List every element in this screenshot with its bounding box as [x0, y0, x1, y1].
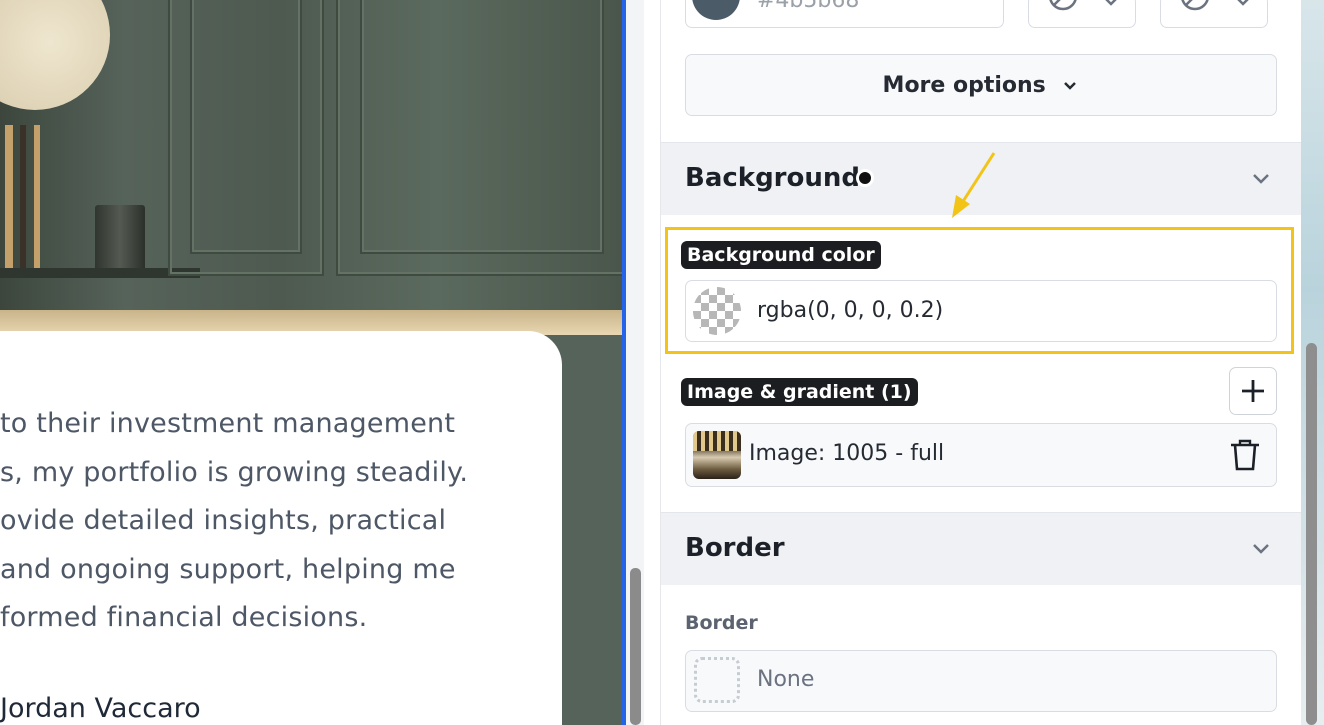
background-section-title: Background: [685, 163, 860, 193]
testimonial-text: to their investment management s, my por…: [0, 400, 560, 643]
add-image-gradient-button[interactable]: [1229, 367, 1277, 415]
hero-photo: [0, 0, 622, 335]
cabinet-panel-inner: [190, 0, 302, 254]
border-section-title: Border: [685, 533, 785, 563]
image-gradient-label: Image & gradient (1): [681, 378, 918, 406]
background-color-value[interactable]: rgba(0, 0, 0, 0.2): [757, 298, 943, 323]
chevron-down-icon: [1064, 82, 1077, 90]
checker-swatch-icon[interactable]: [693, 287, 741, 335]
chevron-down-icon[interactable]: [1250, 542, 1272, 556]
lamp-stand: [34, 125, 40, 270]
border-field-label: Border: [685, 612, 758, 634]
decor-bottles: [95, 205, 145, 268]
background-color-label: Background color: [681, 241, 881, 269]
image-layer-label[interactable]: Image: 1005 - full: [749, 441, 944, 466]
modified-indicator-dot: [859, 172, 871, 184]
testimonial-author: Jordan Vaccaro: [0, 693, 201, 724]
lamp-stand: [5, 125, 13, 270]
more-options-text: More options: [882, 73, 1046, 98]
testimonial-line: and ongoing support, helping me: [0, 553, 456, 585]
plus-icon: [1242, 380, 1264, 402]
testimonial-line: ovide detailed insights, practical: [0, 505, 447, 536]
page-scrollbar-thumb[interactable]: [1306, 343, 1317, 725]
page-canvas[interactable]: to their investment management s, my por…: [0, 0, 622, 725]
lamp-stand: [20, 125, 26, 270]
no-symbol-icon: [1049, 0, 1077, 11]
chevron-down-icon: [1105, 0, 1117, 6]
annotation-arrow-icon: [952, 152, 996, 218]
reset-button[interactable]: [1028, 0, 1136, 28]
more-options-label: More options: [686, 73, 1276, 98]
testimonial-line: to their investment management: [0, 408, 456, 439]
text-color-value[interactable]: #4b5b68: [757, 0, 859, 13]
border-style-icon: [694, 657, 740, 703]
lamp-shade: [0, 0, 110, 110]
cabinet-panel-inner: [360, 0, 604, 254]
chevron-down-icon: [1237, 0, 1249, 6]
chevron-down-icon[interactable]: [1250, 172, 1272, 186]
reset-button[interactable]: [1160, 0, 1268, 28]
canvas-scrollbar-thumb[interactable]: [630, 568, 641, 725]
more-options-button[interactable]: More options: [685, 54, 1277, 116]
testimonial-line: s, my portfolio is growing steadily.: [0, 456, 469, 488]
testimonial-line: formed financial decisions.: [0, 602, 368, 633]
trash-icon[interactable]: [1229, 438, 1261, 472]
border-field-value[interactable]: None: [757, 667, 814, 692]
panel-edge: [644, 0, 661, 725]
image-thumbnail: [693, 431, 741, 479]
no-symbol-icon: [1181, 0, 1209, 11]
